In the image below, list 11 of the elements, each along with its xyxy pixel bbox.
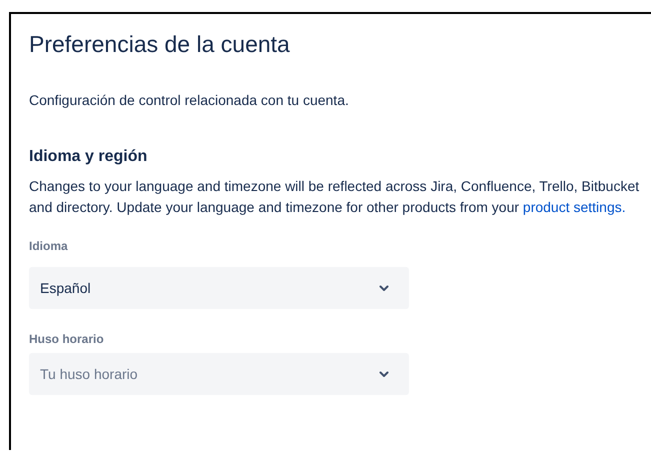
product-settings-link[interactable]: product settings. (522, 199, 626, 215)
page-description: Configuración de control relacionada con tu cuenta. (29, 91, 350, 110)
field-label: Idioma (29, 238, 69, 254)
chevron-down-icon (379, 284, 389, 292)
field-label: Huso horario (29, 331, 105, 347)
section-paragraph: Changes to your language and timezone will be reflected across Jira, Confluence, Trello, Bitbucket and directory. Update your language and timezone for other products from your product settings. (29, 177, 640, 217)
section-heading: Idioma y región (29, 147, 148, 167)
select-field[interactable]: Tu huso horario (29, 353, 409, 395)
page-title: Preferencias de la cuenta (29, 30, 291, 59)
chevron-down-icon (379, 370, 389, 378)
select-field[interactable]: Español (29, 267, 409, 309)
